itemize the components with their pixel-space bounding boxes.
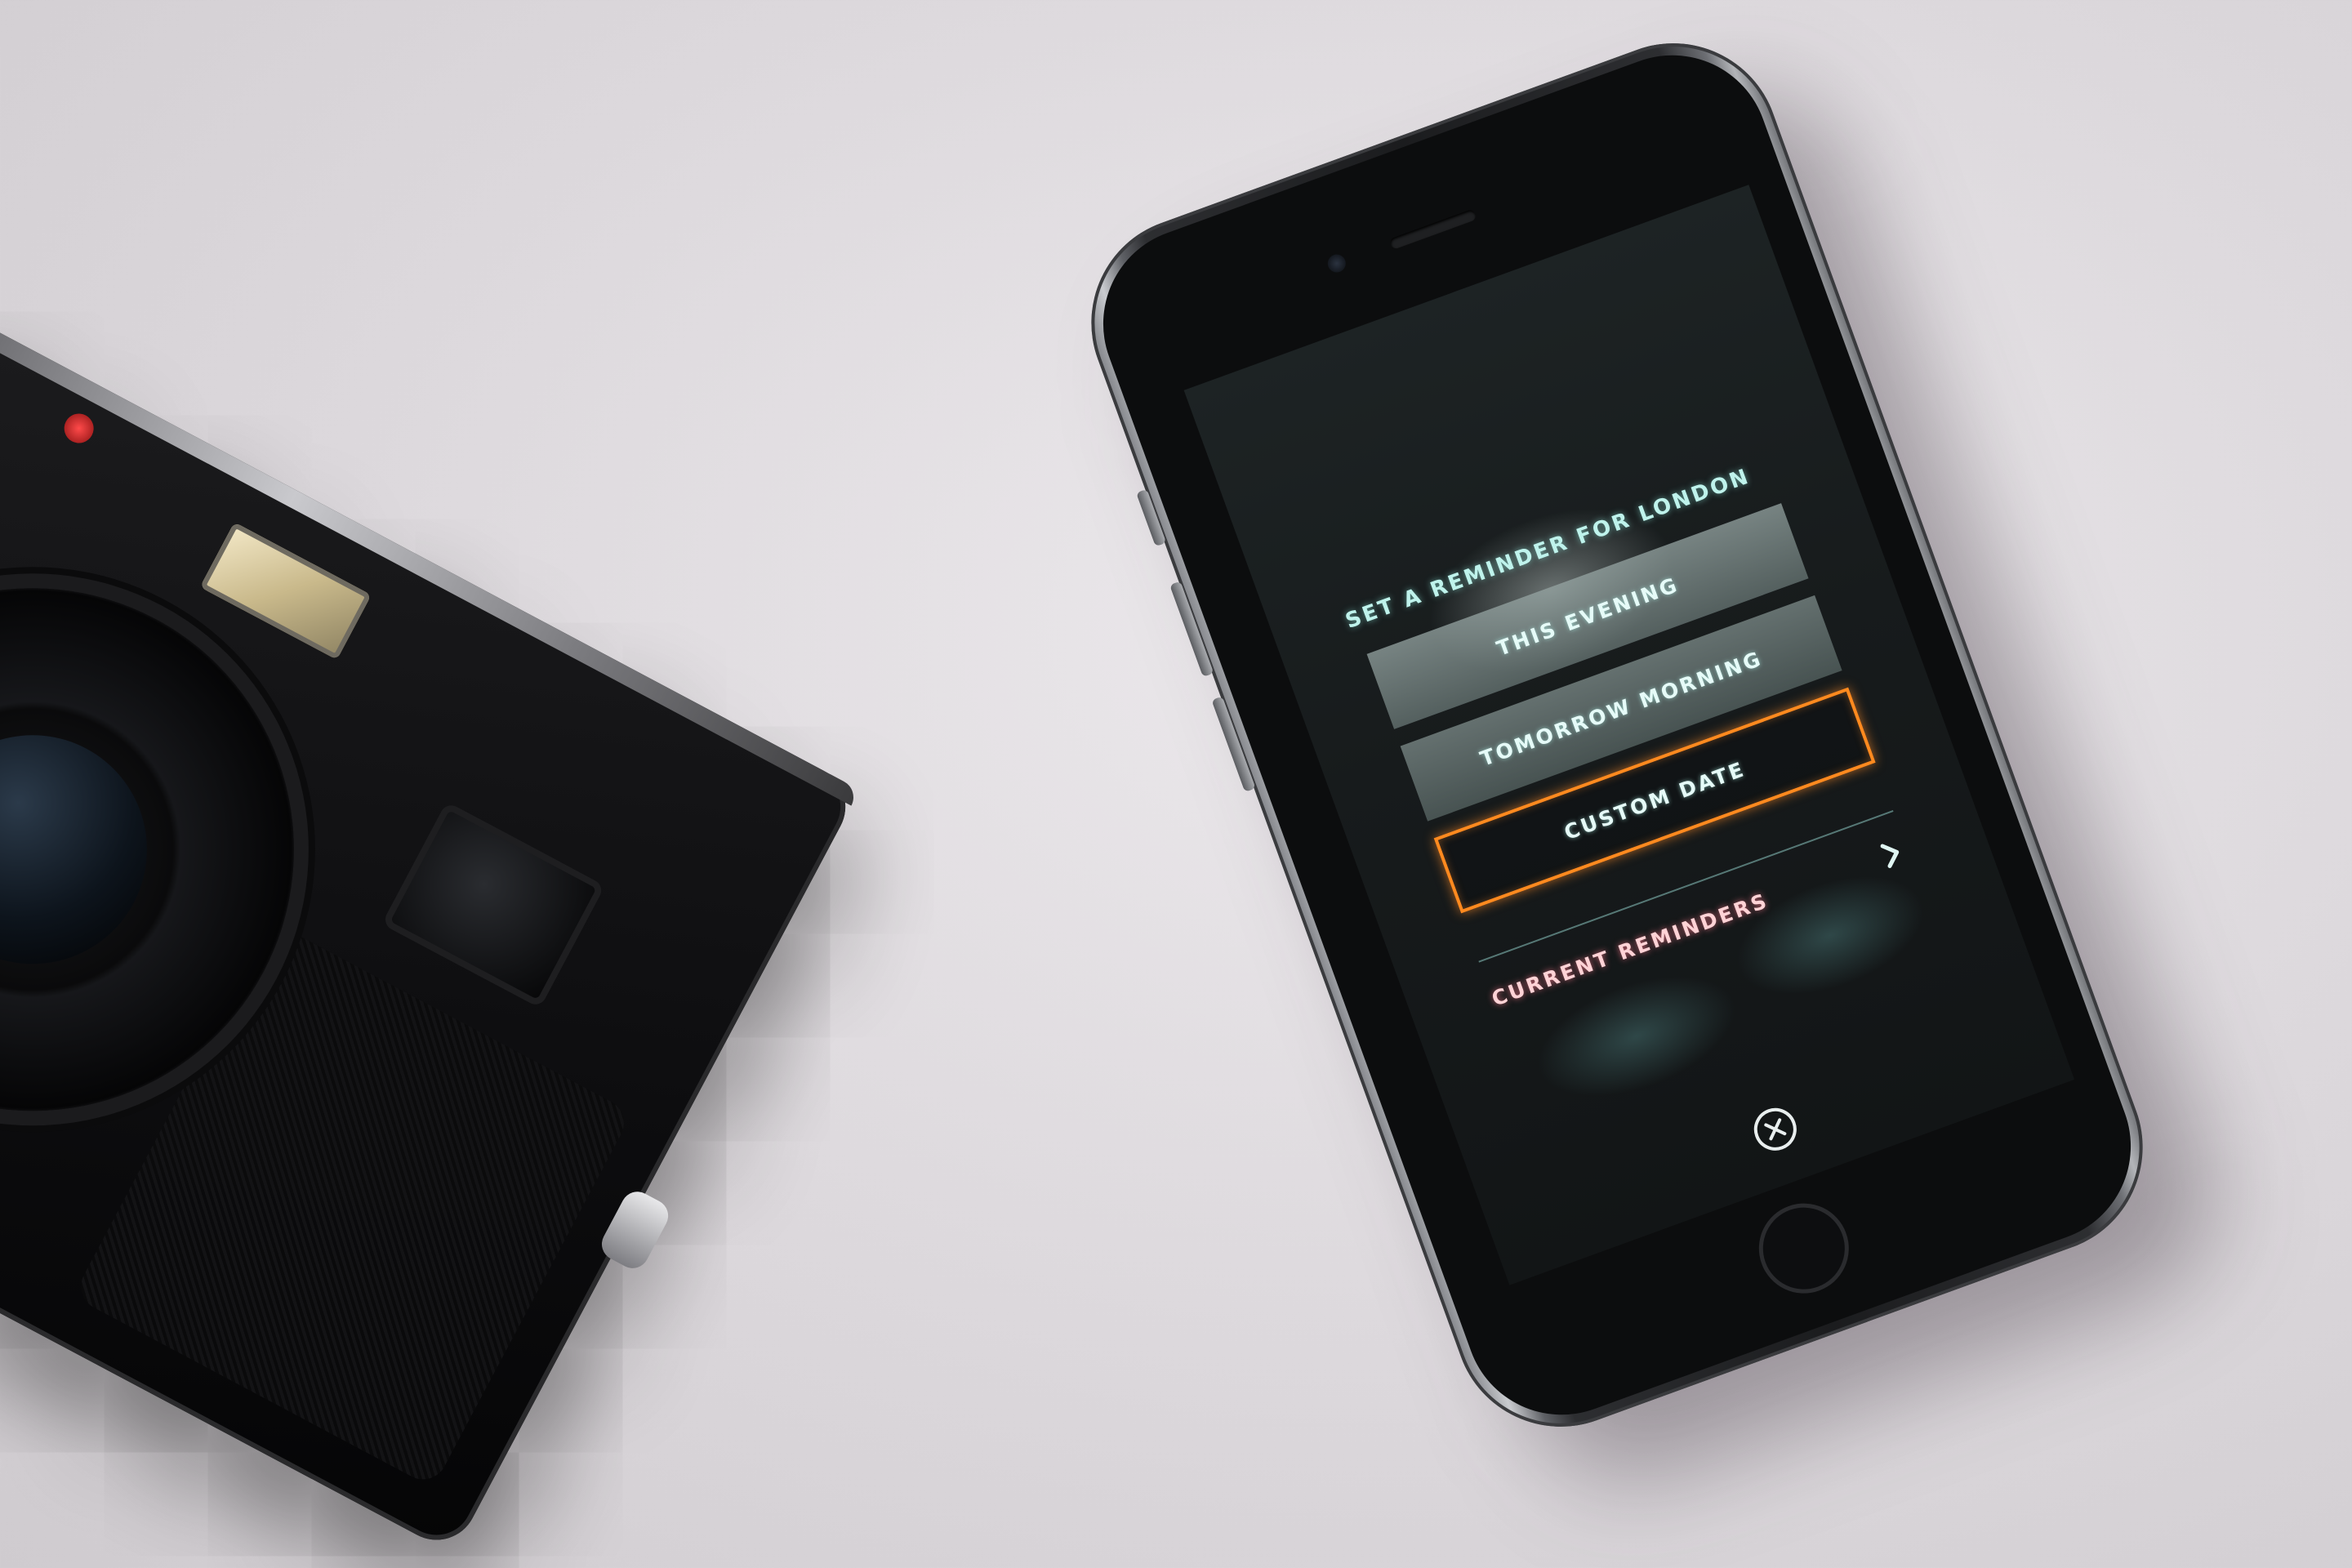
smartphone: SET A REMINDER FOR LONDON THIS EVENING T…	[1061, 13, 2244, 1509]
home-button[interactable]	[1746, 1191, 1862, 1307]
app-screen: SET A REMINDER FOR LONDON THIS EVENING T…	[1183, 185, 2075, 1285]
close-circle-icon	[1753, 1107, 1797, 1151]
earpiece-speaker	[1388, 208, 1477, 251]
custom-date-label: CUSTOM DATE	[1561, 756, 1748, 844]
camera-photo-prop	[0, 291, 860, 1555]
this-evening-label: THIS EVENING	[1493, 572, 1682, 661]
close-button[interactable]	[1746, 1100, 1805, 1159]
front-camera	[1325, 252, 1348, 275]
chevron-right-icon	[1871, 833, 1913, 875]
phone-face: SET A REMINDER FOR LONDON THIS EVENING T…	[1076, 28, 2158, 1442]
